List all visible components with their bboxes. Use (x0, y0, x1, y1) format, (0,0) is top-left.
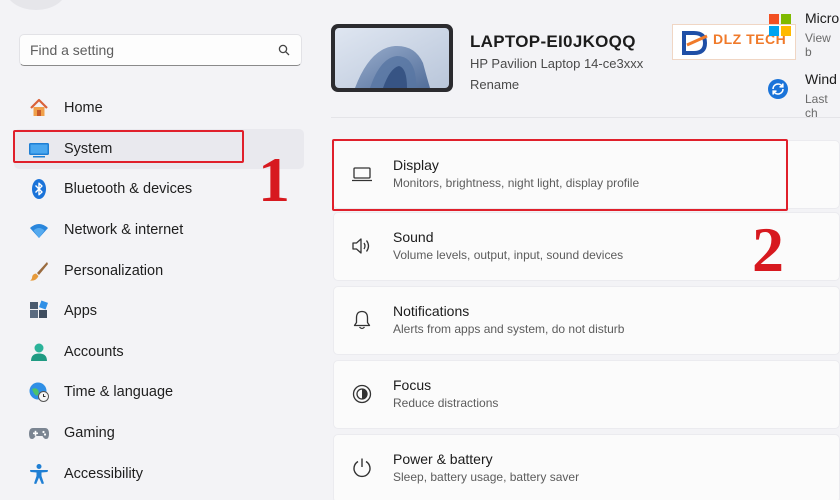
sidebar-item-personalization[interactable]: Personalization (14, 250, 304, 291)
sidebar-item-label: Apps (64, 303, 98, 320)
windows-update-sub[interactable]: Last ch (805, 92, 840, 120)
sidebar-item-label: Accounts (64, 343, 124, 360)
card-subtitle: Alerts from apps and system, do not dist… (393, 322, 625, 336)
microsoft-365-sub[interactable]: View b (805, 31, 840, 59)
power-icon (351, 457, 373, 479)
sidebar-item-label: Personalization (64, 262, 164, 279)
microsoft-365-title[interactable]: Micro (805, 10, 839, 26)
home-icon (28, 97, 50, 119)
bell-icon (351, 309, 373, 331)
gamepad-icon (28, 422, 50, 444)
card-title: Notifications (393, 303, 470, 319)
windows-update-icon (768, 79, 788, 99)
sidebar-item-label: Network & internet (64, 222, 184, 239)
sidebar-item-label: Bluetooth & devices (64, 181, 193, 198)
brush-icon (28, 260, 50, 282)
card-subtitle: Sleep, battery usage, battery saver (393, 470, 580, 484)
card-subtitle: Reduce distractions (393, 396, 499, 410)
card-title: Power & battery (393, 451, 493, 467)
card-title: Focus (393, 377, 432, 393)
settings-card-notifications[interactable]: Notifications Alerts from apps and syste… (333, 286, 840, 355)
user-avatar[interactable] (6, 0, 66, 10)
sidebar-item-label: Home (64, 100, 103, 117)
sidebar-item-label: Accessibility (64, 465, 143, 482)
device-name: LAPTOP-EI0JKOQQ (470, 32, 636, 51)
header-divider (331, 117, 840, 118)
accessibility-icon (28, 463, 50, 485)
microsoft-logo-icon (769, 14, 791, 36)
sidebar-item-label: Time & language (64, 384, 174, 401)
bluetooth-icon (28, 178, 50, 200)
settings-card-power-battery[interactable]: Power & battery Sleep, battery usage, ba… (333, 434, 840, 500)
display-highlight-box (332, 139, 788, 211)
sidebar-item-label: Gaming (64, 425, 115, 442)
rename-link[interactable]: Rename (470, 77, 519, 92)
search-box[interactable]: Find a setting (19, 34, 302, 66)
sidebar-item-network[interactable]: Network & internet (14, 210, 304, 251)
apps-icon (28, 300, 50, 322)
sidebar-item-accessibility[interactable]: Accessibility (14, 453, 304, 494)
focus-icon (351, 383, 373, 405)
sidebar-item-accounts[interactable]: Accounts (14, 332, 304, 373)
card-subtitle: Volume levels, output, input, sound devi… (393, 248, 624, 262)
windows-update-title[interactable]: Wind (805, 71, 837, 87)
sidebar-item-home[interactable]: Home (14, 88, 304, 129)
search-input[interactable]: Find a setting (30, 42, 277, 58)
settings-card-focus[interactable]: Focus Reduce distractions (333, 360, 840, 429)
device-wallpaper-thumbnail (331, 24, 453, 92)
wifi-icon (28, 219, 50, 241)
accounts-icon (28, 341, 50, 363)
card-title: Sound (393, 229, 434, 245)
step-1-label: 1 (258, 144, 290, 215)
system-highlight-box (13, 130, 244, 163)
sidebar-item-time-language[interactable]: Time & language (14, 372, 304, 413)
sidebar-item-apps[interactable]: Apps (14, 291, 304, 332)
search-icon (277, 43, 291, 57)
device-model: HP Pavilion Laptop 14-ce3xxx (470, 56, 644, 71)
step-2-label: 2 (752, 214, 784, 285)
speaker-icon (351, 235, 373, 257)
globe-clock-icon (28, 381, 50, 403)
sidebar-item-gaming[interactable]: Gaming (14, 413, 304, 454)
